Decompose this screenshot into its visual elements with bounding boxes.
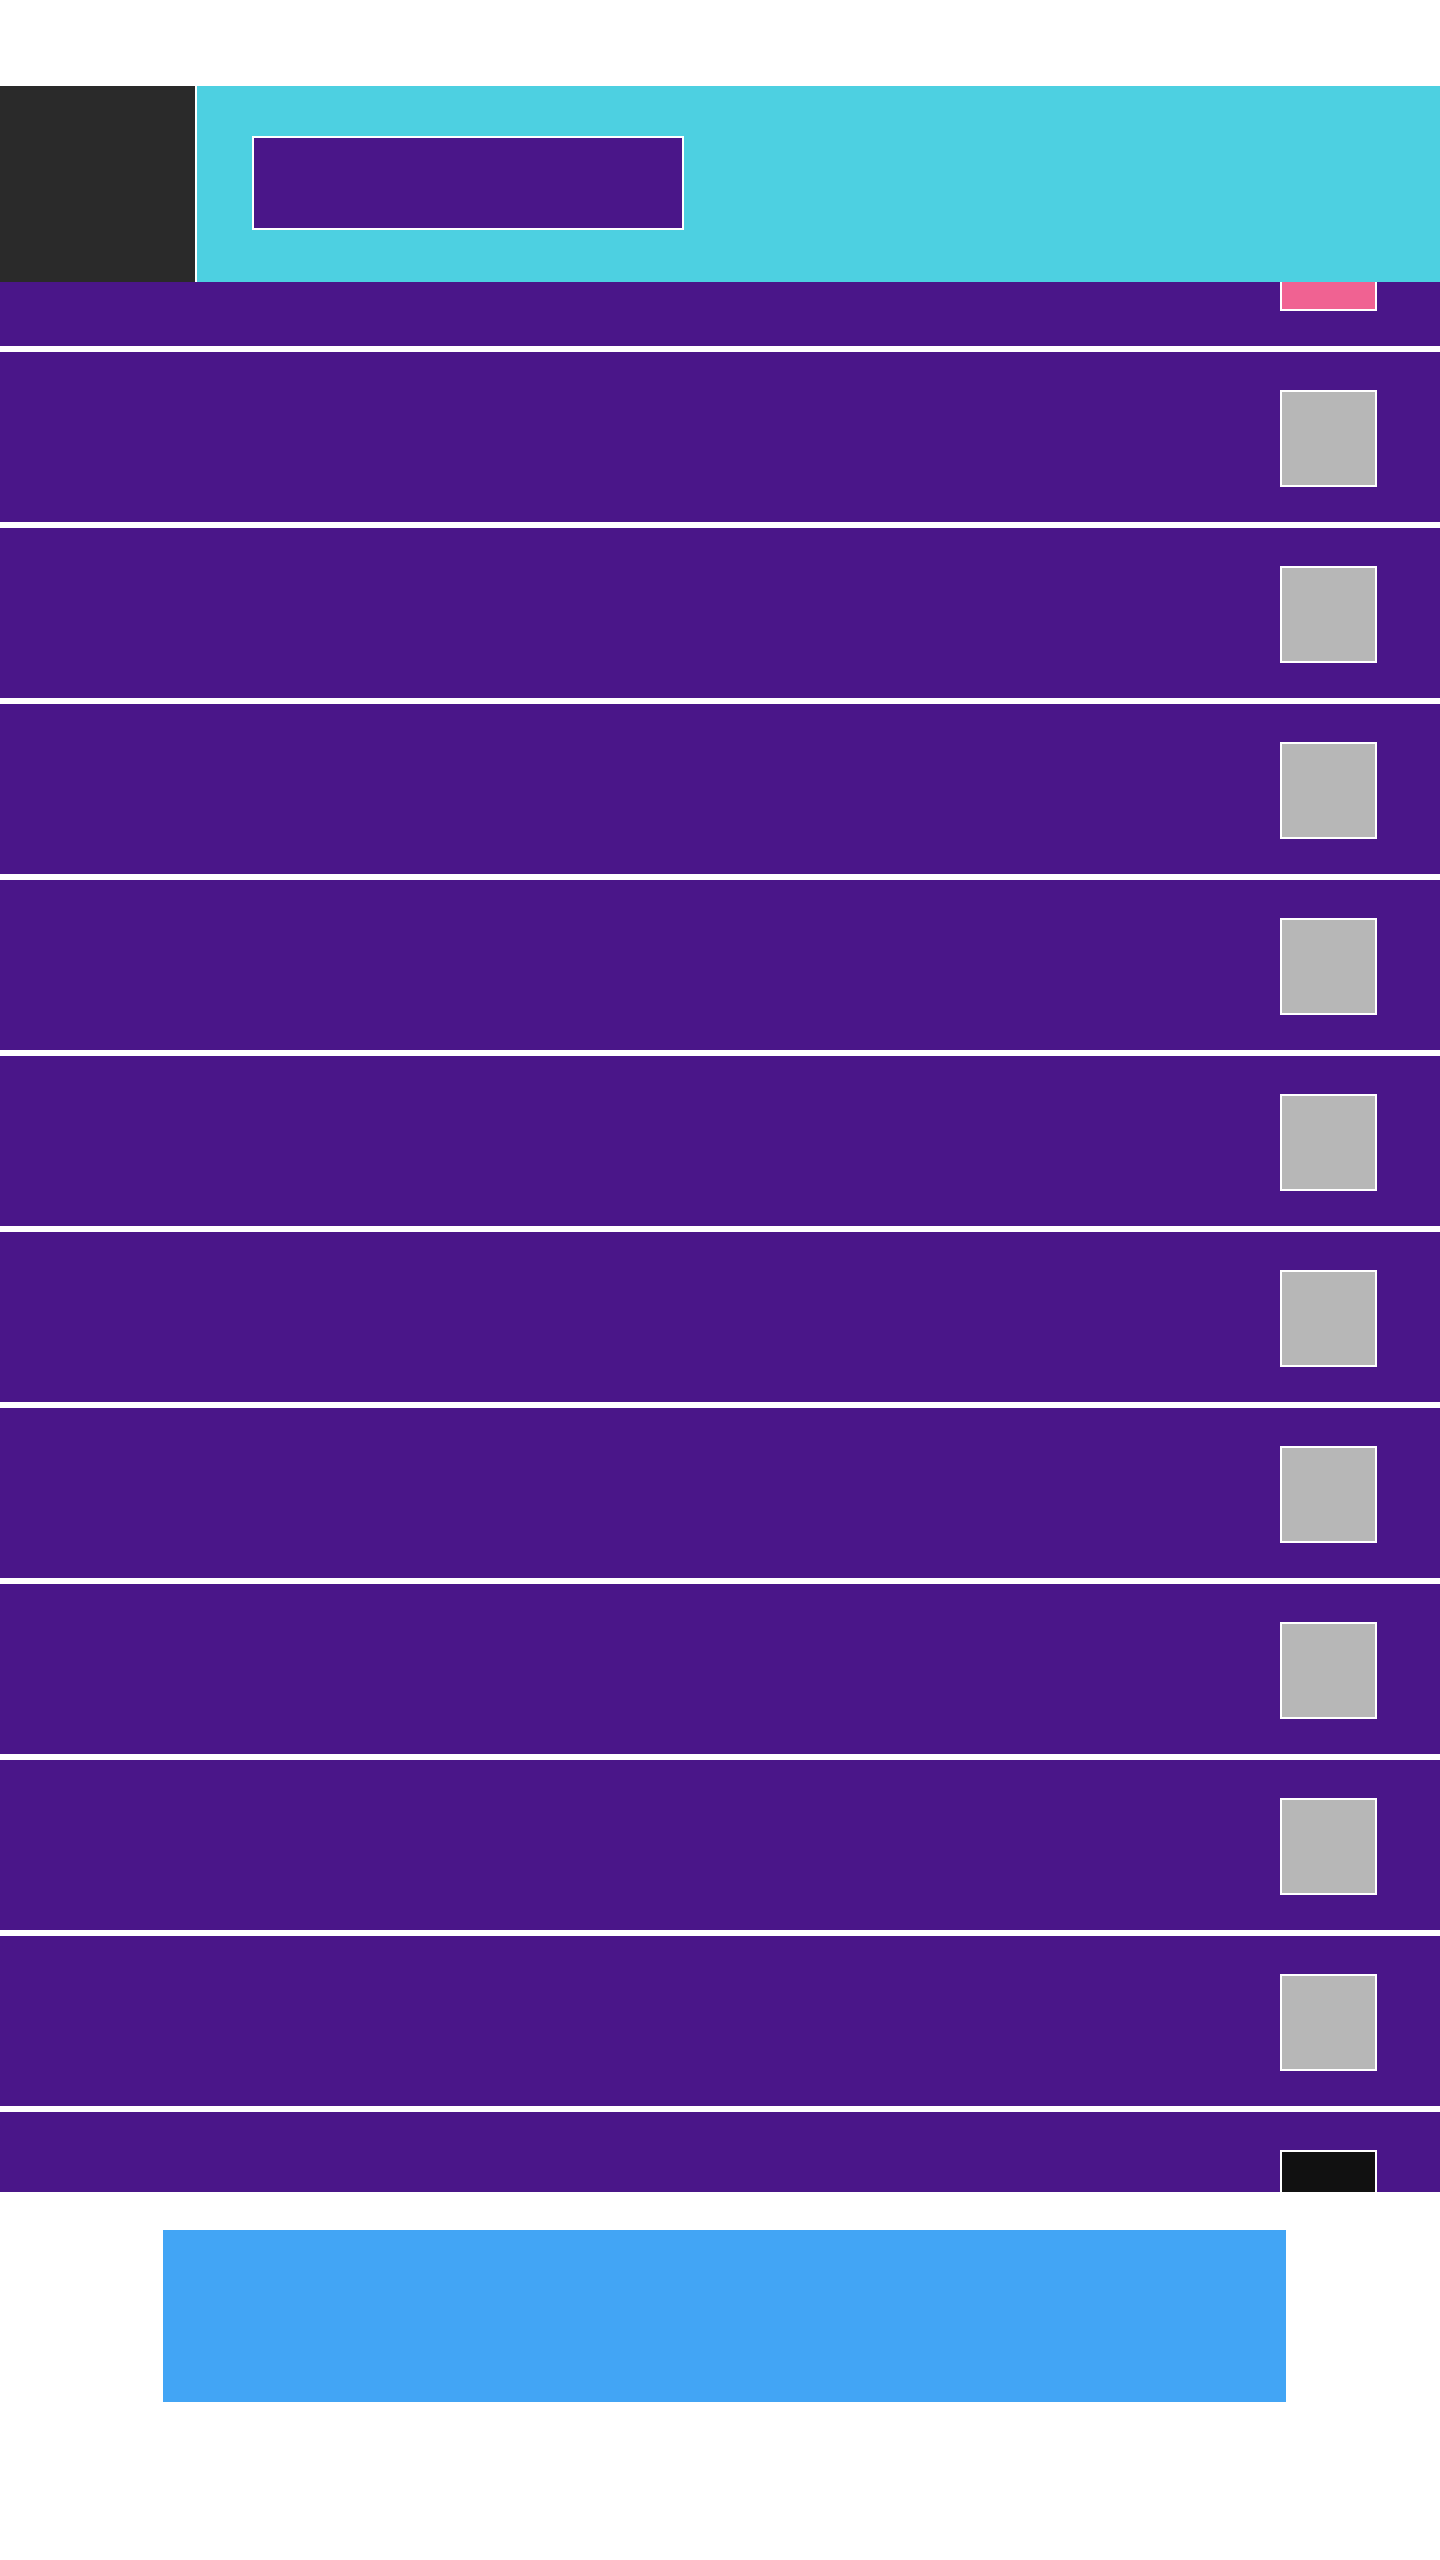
list-item-thumbnail[interactable] (1280, 1446, 1377, 1543)
list-item-thumbnail[interactable] (1280, 742, 1377, 839)
list-item-thumbnail[interactable] (1280, 282, 1377, 311)
list-item-thumbnail[interactable] (1280, 1974, 1377, 2071)
list-item-thumbnail[interactable] (1280, 1270, 1377, 1367)
list-item-thumbnail[interactable] (1280, 566, 1377, 663)
list-item[interactable] (0, 1584, 1440, 1757)
list-item-thumbnail[interactable] (1280, 390, 1377, 487)
header-field[interactable] (252, 136, 684, 230)
list-item-thumbnail[interactable] (1280, 918, 1377, 1015)
list-item[interactable] (0, 2112, 1440, 2192)
list-item-thumbnail[interactable] (1280, 1622, 1377, 1719)
list-item[interactable] (0, 1760, 1440, 1933)
list-item[interactable] (0, 1056, 1440, 1229)
list-item-thumbnail[interactable] (1280, 2150, 1377, 2192)
list-item[interactable] (0, 352, 1440, 525)
header-bar (197, 86, 1440, 282)
list-item-thumbnail[interactable] (1280, 1798, 1377, 1895)
list-item[interactable] (0, 528, 1440, 701)
list-item-thumbnail[interactable] (1280, 1094, 1377, 1191)
list-item[interactable] (0, 1232, 1440, 1405)
list-item[interactable] (0, 1936, 1440, 2109)
list-item[interactable] (0, 1408, 1440, 1581)
list-item[interactable] (0, 880, 1440, 1053)
bottom-button[interactable] (163, 2230, 1286, 2402)
item-list[interactable] (0, 282, 1440, 2192)
list-item[interactable] (0, 282, 1440, 349)
header (0, 86, 1440, 282)
header-left-block[interactable] (0, 86, 197, 282)
list-item[interactable] (0, 704, 1440, 877)
